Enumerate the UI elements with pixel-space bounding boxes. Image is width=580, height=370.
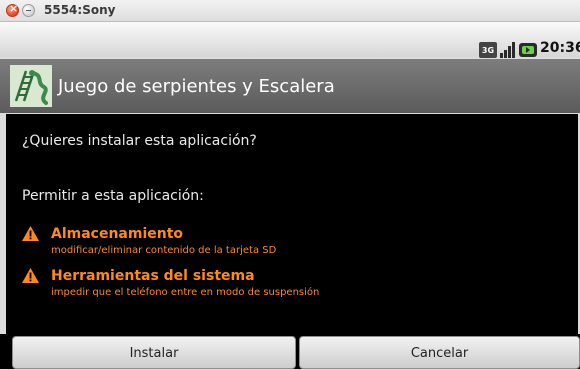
app-name: Juego de serpientes y Escalera [58,76,335,97]
install-button[interactable]: Instalar [12,336,296,369]
close-window-icon[interactable] [6,2,19,17]
permission-title: Herramientas del sistema [51,268,255,284]
battery-icon [519,43,537,57]
signal-strength-icon [500,42,515,58]
network-3g-icon: 3G [479,42,497,58]
window-title: 5554:Sony [44,3,116,17]
permission-description: impedir que el teléfono entre en modo de… [51,287,320,298]
warning-icon [22,268,39,283]
status-time: 20:36 [540,40,580,56]
snakes-ladders-app-icon [10,65,52,107]
permission-title: Almacenamiento [51,226,184,242]
minimize-window-icon[interactable] [22,4,35,17]
network-label: 3G [482,46,494,55]
window-titlebar: 5554:Sony [0,0,580,22]
warning-icon [22,226,39,241]
permission-description: modificar/eliminar contenido de la tarje… [51,245,277,256]
install-question: ¿Quieres instalar esta aplicación? [22,133,257,149]
permit-heading: Permitir a esta aplicación: [22,188,204,204]
cancel-button[interactable]: Cancelar [299,336,580,369]
